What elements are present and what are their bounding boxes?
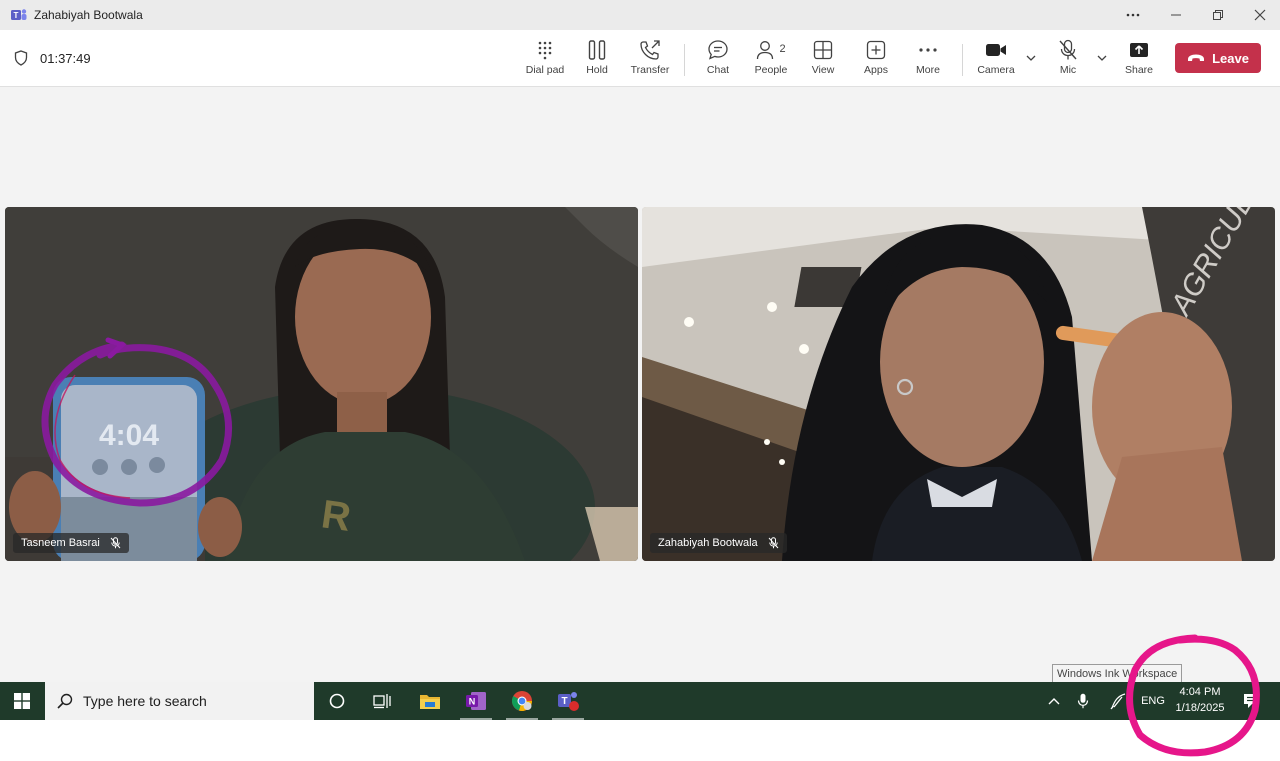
windows-ink-tooltip: Windows Ink Workspace (1052, 664, 1183, 683)
chrome-icon[interactable] (500, 682, 544, 720)
apps-button[interactable]: Apps (846, 38, 906, 82)
close-icon[interactable] (1240, 0, 1280, 30)
clock-time: 4:04 PM (1179, 686, 1221, 698)
teams-logo-icon: T (11, 9, 27, 20)
mic-options-chevron-icon[interactable] (1095, 50, 1109, 66)
participant-video-tile[interactable]: AGRICULT Zahabiyah Bootwala (642, 207, 1275, 561)
leave-button[interactable]: Leave (1175, 43, 1261, 73)
input-language-indicator[interactable]: ENG (1138, 682, 1168, 720)
camera-options-chevron-icon[interactable] (1024, 50, 1038, 66)
svg-text:4:04: 4:04 (99, 419, 159, 452)
more-options-icon[interactable] (1113, 0, 1153, 30)
windows-logo-icon (14, 693, 30, 709)
people-count: 2 (779, 43, 786, 55)
svg-text:N: N (469, 697, 476, 707)
pause-icon (588, 40, 606, 60)
show-hidden-icons-chevron-icon[interactable] (1043, 682, 1065, 720)
shield-icon (14, 50, 28, 66)
transfer-button[interactable]: Transfer (620, 38, 680, 82)
share-screen-icon (1130, 43, 1148, 57)
more-button[interactable]: More (898, 38, 958, 82)
chat-button[interactable]: Chat (688, 38, 748, 82)
chat-label: Chat (706, 64, 730, 76)
taskbar-search-box[interactable]: Type here to search (45, 682, 314, 720)
share-button[interactable]: Share (1109, 38, 1169, 82)
task-view-icon[interactable] (360, 682, 404, 720)
view-label: View (811, 64, 835, 76)
apps-label: Apps (864, 64, 888, 76)
cortana-icon[interactable] (315, 682, 359, 720)
add-apps-icon (866, 40, 886, 60)
start-button[interactable] (0, 682, 44, 720)
people-label: People (754, 64, 788, 76)
hold-label: Hold (586, 64, 608, 76)
participant-name-tag: Zahabiyah Bootwala (650, 533, 787, 553)
transfer-icon (640, 40, 660, 60)
dialpad-button[interactable]: Dial pad (515, 38, 575, 82)
participant-name: Zahabiyah Bootwala (658, 537, 758, 549)
hang-up-icon (1188, 54, 1205, 61)
participant-name-tag: Tasneem Basrai (13, 533, 129, 553)
mic-button[interactable]: Mic (1038, 38, 1098, 82)
mic-off-icon (1059, 39, 1077, 60)
search-placeholder: Type here to search (83, 693, 207, 709)
transfer-label: Transfer (630, 64, 670, 76)
participant-video-feed: R 4:04 (5, 207, 638, 561)
camera-label: Camera (977, 64, 1015, 76)
chat-icon (708, 40, 728, 60)
share-label: Share (1124, 64, 1154, 76)
search-icon (57, 693, 73, 709)
toolbar-divider (962, 44, 963, 76)
dialpad-icon (538, 41, 552, 60)
teams-icon[interactable]: T (546, 682, 590, 720)
participant-name: Tasneem Basrai (21, 537, 100, 549)
window-titlebar: T Zahabiyah Bootwala (0, 0, 1280, 30)
call-timer: 01:37:49 (14, 50, 91, 66)
dialpad-label: Dial pad (525, 64, 565, 76)
leave-label: Leave (1212, 50, 1249, 66)
onenote-icon[interactable]: N (454, 682, 498, 720)
mic-label: Mic (1059, 64, 1077, 76)
window-title: Zahabiyah Bootwala (34, 8, 143, 22)
svg-text:T: T (14, 11, 19, 20)
svg-text:T: T (561, 696, 567, 707)
more-label: More (916, 64, 940, 76)
view-button[interactable]: View (793, 38, 853, 82)
call-duration: 01:37:49 (40, 50, 91, 66)
people-icon (757, 41, 774, 60)
mic-off-icon (768, 537, 779, 549)
camera-button[interactable]: Camera (966, 38, 1026, 82)
ellipsis-icon (919, 48, 937, 52)
desktop-bottom-area (0, 720, 1280, 761)
minimize-icon[interactable] (1156, 0, 1196, 30)
grid-view-icon (813, 40, 833, 60)
camera-icon (986, 44, 1006, 56)
participant-video-feed: AGRICULT (642, 207, 1275, 561)
system-clock[interactable]: 4:04 PM 1/18/2025 (1170, 684, 1230, 718)
action-center-icon[interactable] (1236, 682, 1266, 720)
windows-taskbar: Type here to search N T ENG 4:04 PM 1/18… (0, 682, 1280, 720)
mic-off-icon (110, 537, 121, 549)
people-button[interactable]: 2 People (741, 38, 801, 82)
file-explorer-icon[interactable] (408, 682, 452, 720)
windows-ink-icon[interactable] (1106, 682, 1132, 720)
hold-button[interactable]: Hold (567, 38, 627, 82)
toolbar-divider (684, 44, 685, 76)
restore-icon[interactable] (1198, 0, 1238, 30)
participant-video-tile[interactable]: R 4:04 Tasneem Basrai (5, 207, 638, 561)
clock-date: 1/18/2025 (1175, 702, 1225, 714)
microphone-tray-icon[interactable] (1072, 682, 1094, 720)
call-toolbar: 01:37:49 Dial pad Hold Transfer Chat 2 P… (0, 30, 1280, 87)
